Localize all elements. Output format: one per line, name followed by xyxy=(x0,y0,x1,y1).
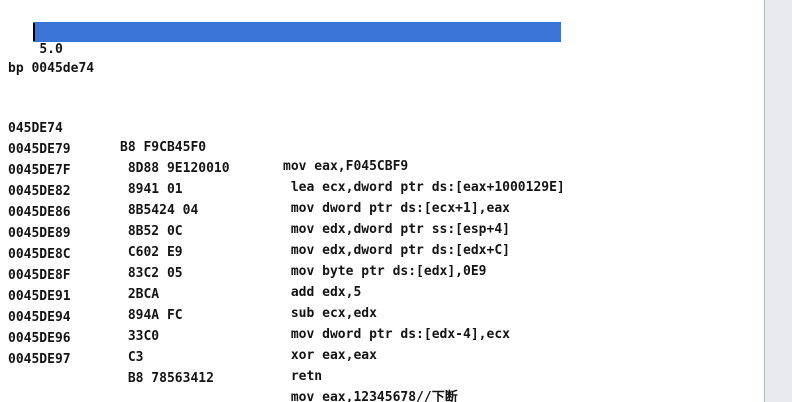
code-row[interactable]: 0045DE97 B8 78563412 mov eax,12345678//下… xyxy=(8,331,458,402)
text-editor-area[interactable]: 5.0040A86D > B8 74DE4500 mov eax,qqspiri… xyxy=(0,0,764,402)
code-row[interactable]: 0045DE89 C602 E9 mov byte ptr ds:[edx],0… xyxy=(8,205,487,279)
row-bytes: 8941 01 xyxy=(120,182,183,197)
breakpoint-command[interactable]: bp 0045de74 xyxy=(8,60,94,78)
row-bytes: B8 78563412 xyxy=(120,371,214,386)
code-row[interactable]: 0045DE86 8B52 0C mov edx,dword ptr ds:[e… xyxy=(8,184,510,258)
row-instruction: mov byte ptr ds:[edx],0E9 xyxy=(283,264,487,279)
selected-text: 040A86D > B8 74DE4500 mov eax,qqspirit.0… xyxy=(62,42,478,57)
row-instruction: mov eax,12345678//下断 xyxy=(283,390,458,402)
row-bytes: 2BCA xyxy=(120,287,160,302)
row-bytes: 83C2 05 xyxy=(120,266,183,281)
row-instruction: lea ecx,dword ptr ds:[eax+1000129E] xyxy=(283,180,565,195)
row-bytes: 8B5424 04 xyxy=(120,203,199,218)
code-row[interactable]: 0045DE79 8D88 9E120010 lea ecx,dword ptr… xyxy=(8,121,565,195)
row-bytes: 8D88 9E120010 xyxy=(120,161,230,176)
row-instruction: mov dword ptr ds:[edx-4],ecx xyxy=(283,327,510,342)
selected-line[interactable]: 5.0040A86D > B8 74DE4500 mov eax,qqspiri… xyxy=(8,23,477,57)
code-row[interactable]: 0045DE96 C3 retn xyxy=(8,310,322,384)
code-row[interactable]: 0045DE82 8B5424 04 mov edx,dword ptr ss:… xyxy=(8,163,510,237)
row-bytes: B8 F9CB45F0 xyxy=(120,140,207,155)
row-bytes: 894A FC xyxy=(120,308,183,323)
row-instruction: sub ecx,edx xyxy=(283,306,377,321)
code-row[interactable]: 0045DE91 894A FC mov dword ptr ds:[edx-4… xyxy=(8,268,510,342)
code-row[interactable]: 0045DE8F 2BCA sub ecx,edx xyxy=(8,247,377,321)
row-address: 0045DE97 xyxy=(8,352,71,367)
row-bytes: 8B52 0C xyxy=(120,224,183,239)
window-edge xyxy=(764,0,792,402)
code-row[interactable]: 045DE74 B8 F9CB45F0 mov eax,F045CBF9 xyxy=(8,100,408,174)
code-row[interactable]: 0045DE94 33C0 xor eax,eax xyxy=(8,289,377,363)
row-instruction: mov dword ptr ds:[ecx+1],eax xyxy=(283,201,510,216)
row-instruction: retn xyxy=(283,369,323,384)
line-prefix: 5.0 xyxy=(39,42,63,57)
row-instruction: add edx,5 xyxy=(283,285,362,300)
text-cursor xyxy=(33,23,35,41)
row-instruction: mov edx,dword ptr ds:[edx+C] xyxy=(283,243,510,258)
row-instruction: mov edx,dword ptr ss:[esp+4] xyxy=(283,222,510,237)
row-bytes: 33C0 xyxy=(120,329,160,344)
row-instruction: xor eax,eax xyxy=(283,348,377,363)
code-row[interactable]: 0045DE8C 83C2 05 add edx,5 xyxy=(8,226,361,300)
code-row[interactable]: 0045DE7F 8941 01 mov dword ptr ds:[ecx+1… xyxy=(8,142,510,216)
row-bytes: C3 xyxy=(120,350,144,365)
row-instruction: mov eax,F045CBF9 xyxy=(283,159,409,174)
row-bytes: C602 E9 xyxy=(120,245,183,260)
